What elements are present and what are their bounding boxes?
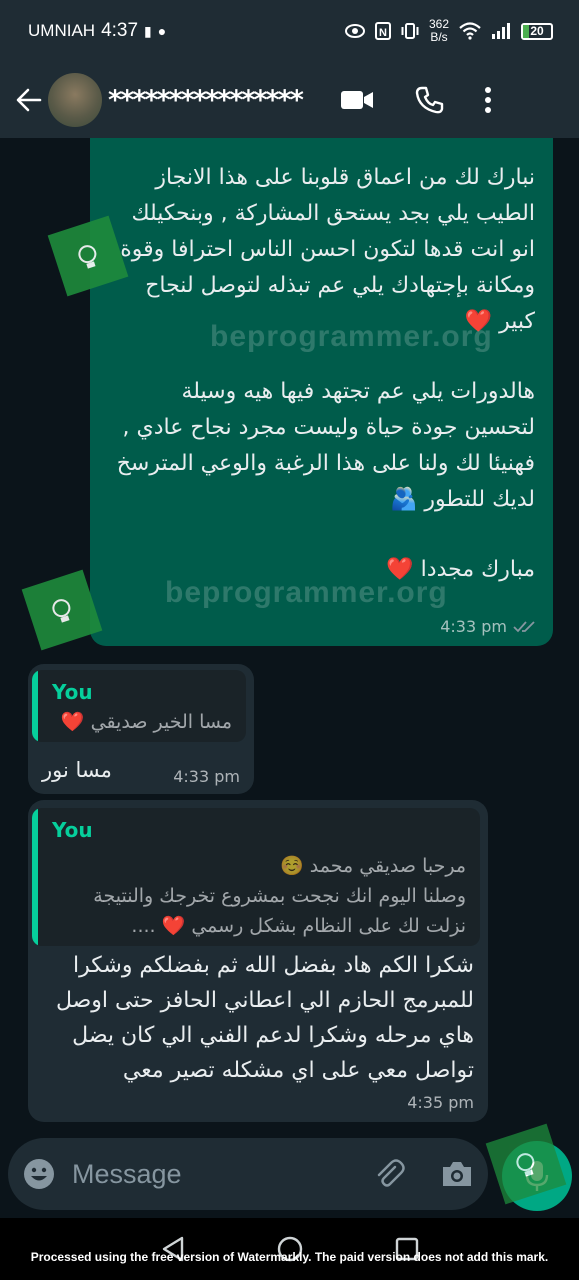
battery-level: 20 [530,24,544,38]
net-speed: 362 B/s [429,18,449,44]
message-text: مسا نور [42,758,112,782]
message-input-bar [8,1138,488,1210]
message-paragraph-2: هالدورات يلي عم تجتهد فيها هيه وسيلة لتح… [108,374,535,518]
timestamp-text: 4:33 pm [440,617,507,636]
incoming-message-bubble[interactable]: You مرحبا صديقي محمد ☺️ وصلنا اليوم انك … [28,800,488,1122]
voice-call-icon[interactable] [414,85,444,115]
quote-text-row: مسا الخير صديقي ❤️ [61,708,232,736]
quote-author: You [52,680,93,704]
red-heart-emoji-icon: ❤️ [161,915,186,937]
quote-author: You [52,818,93,842]
wifi-icon [459,22,481,40]
quote-text: مسا الخير صديقي [90,711,232,733]
back-arrow-icon[interactable] [14,85,44,115]
eye-icon [344,24,365,38]
camera-icon[interactable] [440,1159,474,1189]
smiling-emoji-icon: ☺️ [280,855,304,877]
status-right: N 362 B/s 20 [344,18,553,44]
red-heart-emoji-icon: ❤️ [386,557,414,582]
quoted-message[interactable]: You مسا الخير صديقي ❤️ [32,670,246,742]
nfc-icon: N [374,22,391,40]
more-options-icon[interactable] [484,86,492,114]
message-timestamp: 4:33 pm [440,617,539,636]
quote-line-1: مرحبا صديقي محمد [309,855,466,877]
message-paragraph-1: نبارك لك من اعماق قلوبنا على هذا الانجاز… [108,160,535,340]
vibrate-icon [401,23,419,39]
svg-text:N: N [379,27,387,39]
quote-line-3: نزلت لك على النظام بشكل رسمي [191,915,466,937]
attach-icon[interactable] [372,1157,406,1191]
message-timestamp: 4:35 pm [407,1093,474,1112]
double-check-icon [513,620,535,632]
system-nav-bar [0,1218,579,1280]
carrier-label: UMNIAH [28,21,96,40]
status-left: UMNIAH 4:37 ▮ ● [28,20,166,42]
quote-line-1-row: مرحبا صديقي محمد ☺️ [280,852,466,880]
red-heart-emoji-icon: ❤️ [464,309,493,334]
watermark-notice: Processed using the free version of Wate… [30,1250,549,1264]
quoted-message[interactable]: You مرحبا صديقي محمد ☺️ وصلنا اليوم انك … [32,808,480,946]
signal-icon [492,23,510,39]
header-actions [340,85,492,115]
ellipsis: .... [131,915,156,937]
chat-header: **************** [0,62,579,138]
outgoing-message-bubble[interactable]: نبارك لك من اعماق قلوبنا على هذا الانجاز… [90,138,553,646]
incoming-message-bubble[interactable]: You مسا الخير صديقي ❤️ مسا نور 4:33 pm [28,664,254,794]
message-paragraph-3: مبارك مجددا ❤️ [108,552,535,588]
message-timestamp: 4:33 pm [173,767,240,786]
message-paragraph-3-text: مبارك مجددا [420,557,535,582]
message-paragraph-2-text: هالدورات يلي عم تجتهد فيها هيه وسيلة لتح… [116,379,535,512]
status-bar: UMNIAH 4:37 ▮ ● N 362 B/s 20 [0,0,579,62]
lock-icon: ● [157,23,167,39]
contact-avatar[interactable] [48,73,102,127]
clock: 4:37 [101,20,139,41]
message-text: شكرا الكم هاد بفضل الله ثم بفضلكم وشكرا … [55,953,474,1083]
red-heart-emoji-icon: ❤️ [60,711,85,733]
alert-icon: ▮ [144,22,152,39]
video-call-icon[interactable] [340,89,374,111]
chat-area[interactable]: نبارك لك من اعماق قلوبنا على هذا الانجاز… [0,138,579,1138]
battery-icon: 20 [521,22,553,40]
quote-line-2: وصلنا اليوم انك نجحت بمشروع تخرجك والنتي… [93,885,466,907]
emoji-icon[interactable] [22,1157,56,1191]
quote-line-3-row: نزلت لك على النظام بشكل رسمي ❤️ .... [131,912,466,940]
heart-hands-emoji-icon: 🫂 [390,487,418,512]
net-speed-unit: B/s [430,30,448,44]
message-input[interactable] [72,1158,342,1190]
